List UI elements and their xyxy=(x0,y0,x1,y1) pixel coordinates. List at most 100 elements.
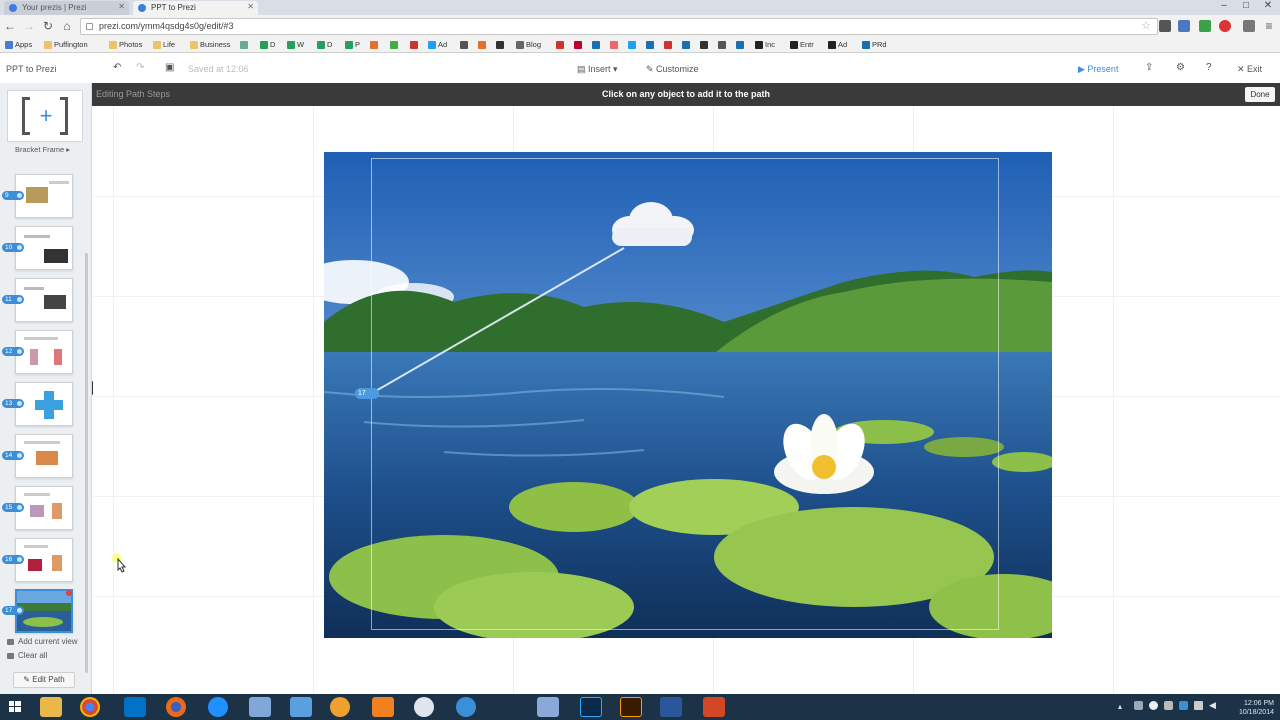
present-button[interactable]: ▶ Present xyxy=(1078,64,1118,75)
internet-explorer-icon[interactable] xyxy=(208,697,228,717)
insert-menu[interactable]: ▤ Insert ▾ xyxy=(577,64,618,75)
chevron-right-icon: ▸ xyxy=(64,145,71,154)
chrome-icon[interactable] xyxy=(80,697,100,717)
tray-overflow-icon[interactable]: ▴ xyxy=(1118,702,1122,711)
cloud-shape[interactable] xyxy=(606,200,696,250)
tray-app-icon[interactable] xyxy=(1179,701,1188,710)
settings-gear-icon[interactable]: ⚙ xyxy=(1176,62,1185,73)
close-window-icon[interactable]: ✕ xyxy=(1258,0,1278,11)
tray-app-icon[interactable] xyxy=(1164,701,1173,710)
bookmark-star-icon[interactable]: ☆ xyxy=(1141,19,1151,34)
path-point-handle[interactable]: 17 xyxy=(355,388,379,399)
done-button[interactable]: Done xyxy=(1245,87,1275,102)
tray-app-icon[interactable] xyxy=(1134,701,1143,710)
frame-type-selector[interactable]: Bracket Frame ▸ xyxy=(15,145,70,154)
site-icon xyxy=(460,41,468,49)
close-tab-icon[interactable]: ✕ xyxy=(118,2,125,11)
bookmark-apps[interactable]: Apps xyxy=(5,40,32,49)
bookmark-folder[interactable]: Puffington xyxy=(44,40,88,49)
close-tab-icon[interactable]: ✕ xyxy=(247,2,254,11)
undo-icon[interactable]: ↶ xyxy=(113,62,121,73)
paint-app-icon[interactable] xyxy=(537,697,559,717)
photoshop-icon[interactable] xyxy=(580,697,602,717)
share-icon[interactable]: ⇪ xyxy=(1145,62,1153,73)
redo-icon[interactable]: ↷ xyxy=(136,62,144,73)
close-icon: ✕ xyxy=(1237,64,1248,74)
path-step-number-badge[interactable]: 12 xyxy=(2,347,24,356)
file-explorer-icon[interactable] xyxy=(40,697,62,717)
path-step-number-badge[interactable]: 9 xyxy=(2,191,24,200)
bookmark-item[interactable]: W xyxy=(287,40,304,49)
minimize-window-icon[interactable]: – xyxy=(1214,0,1234,11)
customize-button[interactable]: ✎ Customize xyxy=(646,64,699,75)
network-icon[interactable] xyxy=(1194,701,1203,710)
bookmark-item[interactable]: P xyxy=(345,40,360,49)
slide-trees xyxy=(17,603,71,611)
slide-image xyxy=(26,187,48,203)
reload-icon[interactable]: ↻ xyxy=(41,19,55,33)
path-step-number-badge[interactable]: 14 xyxy=(2,451,24,460)
bookmark-item[interactable]: D xyxy=(260,40,275,49)
bookmark-folder[interactable]: Business xyxy=(190,40,230,49)
browser-tab-strip: Your prezis | Prezi ✕ PPT to Prezi ✕ – □… xyxy=(0,0,1280,15)
windows-start-icon[interactable] xyxy=(4,697,26,717)
folder-icon xyxy=(153,41,161,49)
bookmark-item[interactable]: Inc xyxy=(755,40,775,49)
address-bar[interactable]: prezi.com/ymm4qsdg4s0g/edit/#3 ☆ xyxy=(80,18,1158,35)
bookmark-item[interactable]: Ad xyxy=(828,40,847,49)
illustrator-icon[interactable] xyxy=(620,697,642,717)
browser-tab-your-prezis[interactable]: Your prezis | Prezi ✕ xyxy=(4,1,129,15)
app-icon[interactable] xyxy=(290,697,312,717)
maximize-window-icon[interactable]: □ xyxy=(1236,0,1256,11)
slide-text-line xyxy=(49,181,69,184)
help-icon[interactable]: ? xyxy=(1206,62,1212,73)
network-app-icon[interactable] xyxy=(456,697,476,717)
vlc-icon[interactable] xyxy=(372,697,394,717)
forward-icon[interactable]: → xyxy=(22,19,36,33)
bookmark-item[interactable]: Entr xyxy=(790,40,814,49)
path-step-number-badge[interactable]: 15 xyxy=(2,503,24,512)
edit-path-button[interactable]: ✎ Edit Path xyxy=(13,672,75,688)
extension-icon[interactable] xyxy=(1178,20,1190,32)
back-icon[interactable]: ← xyxy=(3,19,17,33)
evernote-extension-icon[interactable] xyxy=(1199,20,1211,32)
bracket-frame-thumbnail[interactable]: + xyxy=(7,90,83,142)
site-icon xyxy=(574,41,582,49)
folder-icon xyxy=(44,41,52,49)
volume-icon[interactable]: ◀ xyxy=(1209,700,1216,711)
outlook-icon[interactable] xyxy=(124,697,146,717)
bookmark-item[interactable]: Blog xyxy=(516,40,541,49)
app-icon-2[interactable] xyxy=(414,697,434,717)
remove-step-icon[interactable] xyxy=(66,590,72,596)
pocket-extension-icon[interactable] xyxy=(1159,20,1171,32)
tray-app-icon[interactable] xyxy=(1149,701,1158,710)
firefox-icon[interactable] xyxy=(166,697,186,717)
path-step-number-badge[interactable]: 13 xyxy=(2,399,24,408)
word-icon[interactable] xyxy=(660,697,682,717)
document-title[interactable]: PPT to Prezi xyxy=(6,64,56,74)
exit-button[interactable]: ✕ Exit xyxy=(1237,64,1262,75)
extension-icon-2[interactable] xyxy=(1243,20,1255,32)
bookmark-item[interactable]: PRd xyxy=(862,40,887,49)
lastpass-extension-icon[interactable] xyxy=(1219,20,1231,32)
home-icon[interactable]: ⌂ xyxy=(60,19,74,33)
path-step-number-badge[interactable]: 10 xyxy=(2,243,24,252)
browser-tab-ppt-to-prezi[interactable]: PPT to Prezi ✕ xyxy=(133,1,258,15)
path-step-number-badge[interactable]: 16 xyxy=(2,555,24,564)
system-clock[interactable]: 12:06 PM 10/18/2014 xyxy=(1239,700,1274,716)
path-step-number-badge[interactable]: 11 xyxy=(2,295,24,304)
add-current-view-button[interactable]: Add current view xyxy=(7,637,78,646)
clear-all-button[interactable]: Clear all xyxy=(7,651,47,660)
chrome-menu-icon[interactable]: ≡ xyxy=(1262,19,1276,33)
site-icon xyxy=(700,41,708,49)
notes-app-icon[interactable] xyxy=(249,697,271,717)
powerpoint-icon[interactable] xyxy=(703,697,725,717)
bookmark-item[interactable]: D xyxy=(317,40,332,49)
bookmark-folder[interactable]: Life xyxy=(153,40,175,49)
bookmark-folder[interactable]: Photos xyxy=(109,40,142,49)
sidebar-scrollbar[interactable] xyxy=(85,253,88,673)
path-step-number-badge[interactable]: 17 xyxy=(2,606,24,615)
bookmark-item[interactable]: Ad xyxy=(428,40,447,49)
media-player-icon[interactable] xyxy=(330,697,350,717)
save-icon[interactable]: ▣ xyxy=(165,62,174,73)
